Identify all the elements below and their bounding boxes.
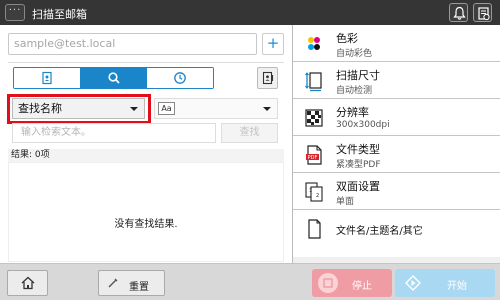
menu-button[interactable]: ··· [5, 4, 25, 21]
case-sensitivity-icon: Aa [158, 102, 175, 115]
home-icon [21, 276, 34, 290]
no-result-message: 没有查找结果. [114, 219, 178, 230]
top-bar: ··· 扫描至邮箱 [0, 0, 500, 25]
search-icon [107, 72, 120, 84]
chevron-down-icon [263, 107, 271, 111]
result-list: 没有查找结果. [8, 162, 284, 262]
setting-file-type-title: 文件类型 [336, 143, 380, 156]
setting-color-title: 色彩 [336, 32, 358, 45]
destination-address-field[interactable]: sample@test.local [8, 33, 257, 55]
setting-color-value: 自动彩色 [336, 49, 373, 59]
settings-panel: 色彩 自动彩色 扫描尺寸 自动检测 分辨率 300x300dpi PDF 文件类… [292, 25, 500, 263]
duplex-icon: 1 2 [303, 181, 325, 203]
home-button[interactable] [7, 270, 48, 296]
start-button-label: 开始 [447, 281, 467, 292]
start-icon [405, 275, 421, 291]
device-status-icon [478, 7, 490, 21]
color-icon [303, 33, 325, 55]
setting-file-name-title: 文件名/主题名/其它 [336, 226, 423, 237]
start-button[interactable]: 开始 [395, 269, 495, 297]
device-status-button[interactable] [473, 3, 492, 22]
result-count: 结果: 0项 [8, 149, 284, 162]
resolution-icon [303, 107, 325, 129]
page-title: 扫描至邮箱 [32, 8, 87, 21]
search-field-select[interactable]: 查找名称 [12, 98, 145, 119]
divider [8, 62, 284, 63]
bottom-bar: 重置 停止 开始 [0, 263, 500, 300]
scan-size-icon [303, 70, 325, 92]
address-book-button[interactable] [257, 67, 278, 89]
svg-text:PDF: PDF [308, 155, 318, 161]
setting-scan-size-value: 自动检测 [336, 86, 373, 96]
setting-resolution[interactable]: 分辨率 300x300dpi [293, 99, 500, 136]
setting-resolution-value: 300x300dpi [336, 120, 390, 130]
setting-duplex-value: 单面 [336, 197, 355, 207]
bell-icon [453, 6, 466, 20]
svg-text:1: 1 [309, 188, 312, 194]
notification-button[interactable] [449, 3, 468, 22]
search-text-input[interactable]: 输入检索文本。 [12, 123, 216, 143]
setting-scan-size-title: 扫描尺寸 [336, 69, 380, 82]
search-button[interactable]: 查找 [221, 123, 278, 143]
tab-address-book[interactable] [14, 68, 80, 88]
pdf-file-icon: PDF [303, 144, 325, 166]
setting-file-type[interactable]: PDF 文件类型 紧凑型PDF [293, 136, 500, 173]
setting-file-name[interactable]: 文件名/主题名/其它 [293, 210, 500, 250]
destination-tabs [13, 67, 214, 89]
address-book-icon [42, 71, 52, 85]
setting-file-type-value: 紧凑型PDF [336, 160, 381, 170]
document-icon [303, 218, 325, 240]
tab-search[interactable] [79, 68, 147, 88]
setting-duplex-title: 双面设置 [336, 180, 380, 193]
svg-text:2: 2 [316, 193, 319, 199]
tab-history[interactable] [146, 68, 213, 88]
reset-icon [108, 278, 118, 288]
clock-icon [174, 72, 187, 84]
stop-button-label: 停止 [352, 281, 372, 292]
setting-color[interactable]: 色彩 自动彩色 [293, 25, 500, 62]
setting-scan-size[interactable]: 扫描尺寸 自动检测 [293, 62, 500, 99]
stop-button[interactable]: 停止 [312, 269, 392, 297]
destination-panel: sample@test.local + 查找名称 Aa 输入检索文本。 查找 结… [0, 25, 292, 263]
stop-icon [318, 273, 338, 293]
case-sensitivity-select[interactable]: Aa [154, 98, 278, 119]
address-book-detail-icon [262, 71, 273, 85]
reset-button-label: 重置 [129, 282, 149, 293]
chevron-down-icon [130, 107, 138, 111]
add-destination-button[interactable]: + [262, 33, 284, 55]
reset-button[interactable]: 重置 [98, 270, 165, 296]
setting-resolution-title: 分辨率 [336, 106, 369, 119]
search-field-select-value: 查找名称 [18, 102, 62, 115]
setting-duplex[interactable]: 1 2 双面设置 单面 [293, 173, 500, 210]
